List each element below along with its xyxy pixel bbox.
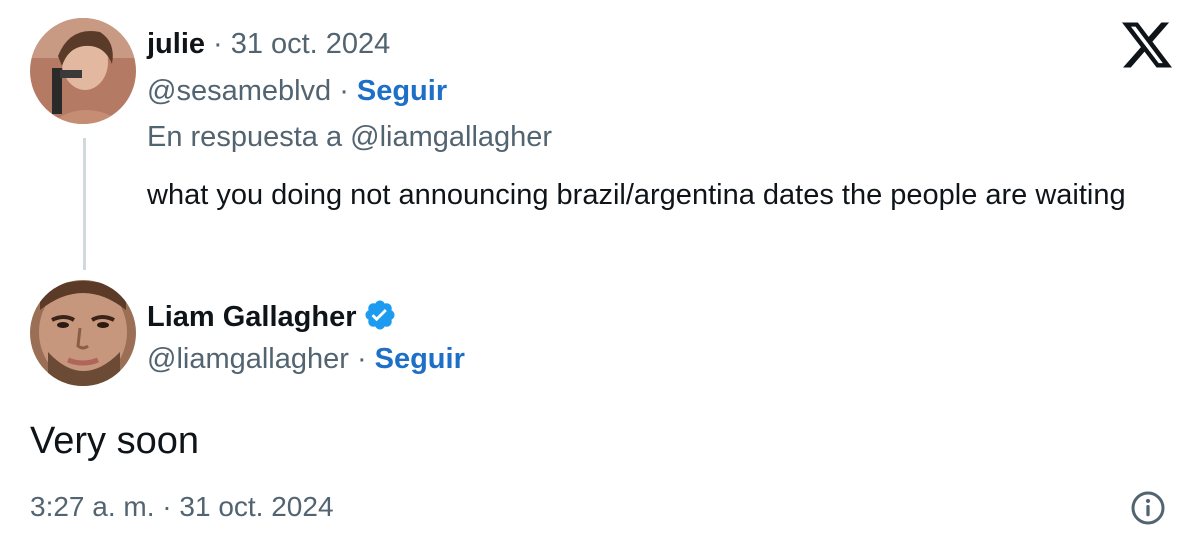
reply-author-name[interactable]: julie [147,28,205,61]
reply-separator: · [213,28,223,60]
reply-handle-separator: · [339,75,349,107]
main-tweet-text: Very soon [30,420,199,462]
x-logo-icon[interactable] [1122,20,1172,70]
main-header: Liam Gallagher [147,292,397,334]
julie-avatar[interactable] [30,18,136,124]
thread-connector-line [83,138,86,270]
verified-badge-icon[interactable] [363,298,397,332]
reply-handle[interactable]: @sesameblvd [147,75,331,108]
tweet-timestamp[interactable]: 3:27 a. m. · 31 oct. 2024 [30,491,334,523]
in-reply-to[interactable]: En respuesta a @liamgallagher [147,121,552,154]
main-handle-separator: · [356,343,367,375]
reply-date[interactable]: 31 oct. 2024 [231,28,391,61]
reply-header: julie · 31 oct. 2024 [147,28,390,61]
reply-text: what you doing not announcing brazil/arg… [147,179,1126,211]
main-handle[interactable]: @liamgallagher [147,343,349,376]
reply-follow-button[interactable]: Seguir [357,75,447,108]
main-follow-button[interactable]: Seguir [375,343,465,376]
liam-avatar[interactable] [30,280,136,386]
main-handle-row: @liamgallagher · Seguir [147,343,465,376]
main-author-name[interactable]: Liam Gallagher [147,301,357,334]
info-icon[interactable] [1130,490,1166,526]
reply-handle-row: @sesameblvd · Seguir [147,75,447,108]
